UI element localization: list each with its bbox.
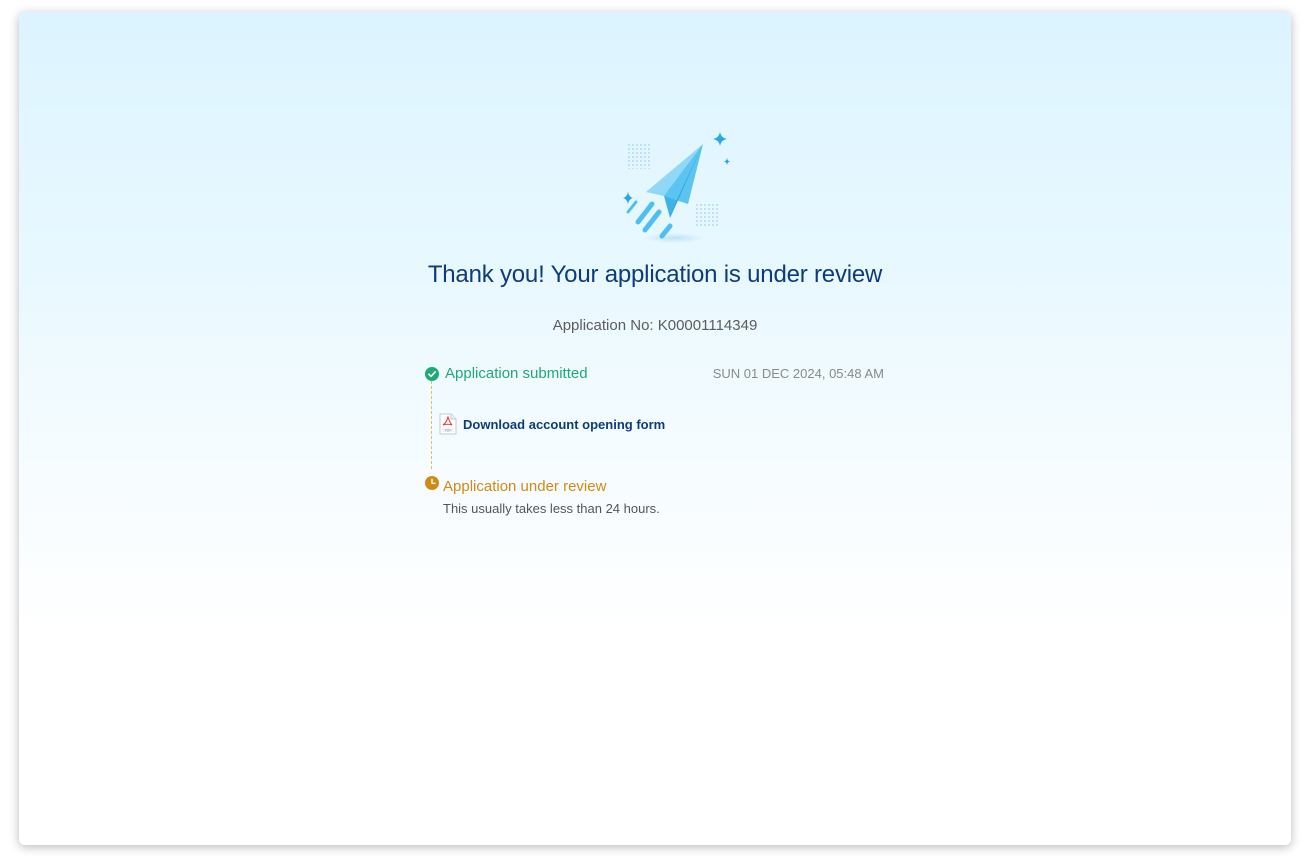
check-circle-icon [425,367,439,381]
status-timeline: Application submitted SUN 01 DEC 2024, 0… [424,364,884,524]
download-form-label: Download account opening form [463,416,666,432]
submitted-timestamp: SUN 01 DEC 2024, 05:48 AM [712,366,884,381]
step-submitted-label: Application submitted [445,365,588,382]
download-form-link[interactable]: PDF Download account opening form [439,412,665,436]
review-note: This usually takes less than 24 hours. [443,501,660,516]
page-title: Thank you! Your application is under rev… [427,261,883,288]
step-review-label: Application under review [443,478,607,495]
paper-plane-icon [623,132,730,243]
timeline-connector [431,381,432,469]
clock-icon [425,476,439,490]
status-card: Thank you! Your application is under rev… [19,12,1291,845]
pdf-icon: PDF [439,413,457,435]
application-number: Application No: K00001114349 [552,317,758,334]
svg-text:PDF: PDF [445,429,452,433]
